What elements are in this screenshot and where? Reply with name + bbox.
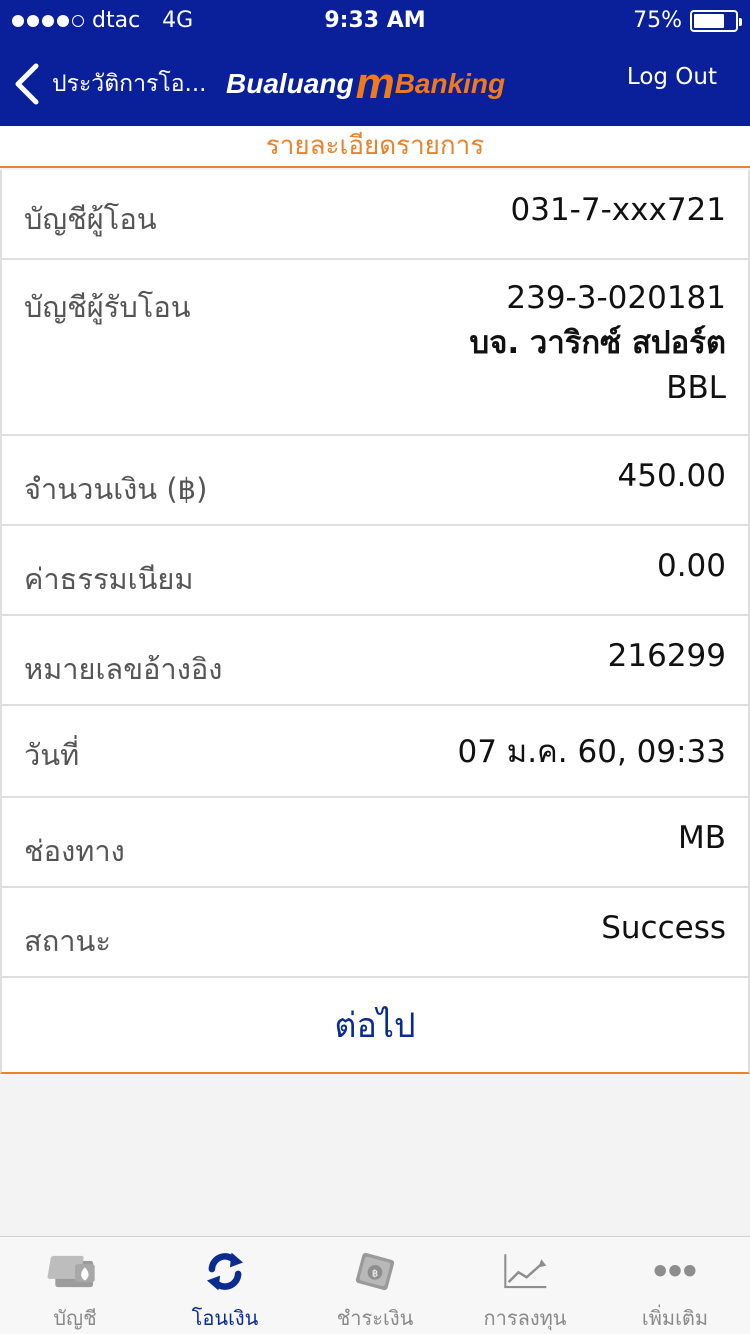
channel-row: ช่องทาง MB bbox=[2, 798, 748, 888]
date-label: วันที่ bbox=[24, 738, 80, 772]
amount-value: 450.00 bbox=[617, 458, 726, 494]
tab-invest[interactable]: การลงทุน bbox=[450, 1237, 600, 1334]
amount-row: จำนวนเงิน (฿) 450.00 bbox=[2, 436, 748, 526]
tab-transfer-label: โอนเงิน bbox=[191, 1306, 259, 1330]
tab-transfer[interactable]: โอนเงิน bbox=[150, 1237, 300, 1334]
transaction-detail-card: บัญชีผู้โอน 031-7-xxx721 บัญชีผู้รับโอน … bbox=[0, 170, 750, 1074]
tab-invest-label: การลงทุน bbox=[483, 1306, 567, 1330]
fee-value: 0.00 bbox=[656, 548, 726, 584]
date-value: 07 ม.ค. 60, 09:33 bbox=[457, 734, 726, 770]
header-bar: dtac 4G 9:33 AM 75% ประวัติการโอ... Bual… bbox=[0, 0, 750, 126]
svg-text:฿: ฿ bbox=[372, 1268, 378, 1279]
status-bar: dtac 4G 9:33 AM 75% bbox=[0, 0, 750, 42]
tab-pay[interactable]: ฿ ชำระเงิน bbox=[300, 1237, 450, 1334]
status-row: สถานะ Success bbox=[2, 888, 748, 978]
reference-label: หมายเลขอ้างอิง bbox=[24, 652, 223, 686]
bottom-tab-bar: บัญชี โอนเงิน ฿ ชำระเงิน การลงทุน เพิ่มเ… bbox=[0, 1236, 750, 1334]
channel-value: MB bbox=[677, 820, 726, 856]
tab-pay-label: ชำระเงิน bbox=[336, 1306, 414, 1330]
status-right: 75% bbox=[633, 8, 742, 33]
wallet-icon bbox=[47, 1255, 95, 1288]
amount-label: จำนวนเงิน (฿) bbox=[24, 472, 208, 506]
tab-more-label: เพิ่มเติม bbox=[641, 1306, 709, 1330]
channel-label: ช่องทาง bbox=[24, 834, 125, 868]
to-account-bank: BBL bbox=[666, 370, 726, 406]
status-value: Success bbox=[601, 910, 726, 946]
bualuang-mbanking-logo: Bualuang m Banking bbox=[226, 59, 506, 108]
tab-more[interactable]: เพิ่มเติม bbox=[600, 1237, 750, 1334]
reference-row: หมายเลขอ้างอิง 216299 bbox=[2, 616, 748, 706]
from-account-row: บัญชีผู้โอน 031-7-xxx721 bbox=[2, 170, 748, 260]
from-account-value: 031-7-xxx721 bbox=[510, 192, 726, 228]
battery-icon bbox=[690, 9, 742, 32]
nav-bar: ประวัติการโอ... Bualuang m Banking Log O… bbox=[0, 42, 750, 126]
chevron-left-icon bbox=[15, 63, 39, 105]
fee-row: ค่าธรรมเนียม 0.00 bbox=[2, 526, 748, 616]
to-account-row: บัญชีผู้รับโอน 239-3-020181 บจ. วาริกซ์ … bbox=[2, 260, 748, 436]
date-row: วันที่ 07 ม.ค. 60, 09:33 bbox=[2, 706, 748, 798]
to-account-name: บจ. วาริกซ์ สปอร์ต bbox=[469, 325, 726, 361]
reference-value: 216299 bbox=[607, 638, 726, 674]
back-label: ประวัติการโอ... bbox=[52, 71, 207, 97]
more-dots-icon bbox=[654, 1264, 696, 1277]
fee-label: ค่าธรรมเนียม bbox=[24, 562, 194, 596]
battery-percent: 75% bbox=[633, 8, 682, 33]
bill-payment-icon: ฿ bbox=[355, 1252, 395, 1291]
page-title: รายละเอียดรายการ bbox=[0, 126, 750, 168]
transfer-arrows-icon bbox=[206, 1252, 244, 1291]
chart-trend-icon bbox=[504, 1254, 547, 1289]
to-account-number: 239-3-020181 bbox=[506, 280, 726, 316]
status-label: สถานะ bbox=[24, 924, 111, 958]
to-account-label: บัญชีผู้รับโอน bbox=[24, 290, 191, 324]
back-button[interactable]: ประวัติการโอ... bbox=[12, 56, 206, 112]
tab-accounts-label: บัญชี bbox=[53, 1306, 97, 1330]
to-account-value: 239-3-020181 บจ. วาริกซ์ สปอร์ต BBL bbox=[470, 276, 726, 411]
from-account-label: บัญชีผู้โอน bbox=[24, 202, 157, 236]
logout-button[interactable]: Log Out bbox=[627, 64, 717, 90]
tab-accounts[interactable]: บัญชี bbox=[0, 1237, 150, 1334]
next-button[interactable]: ต่อไป bbox=[2, 978, 748, 1072]
